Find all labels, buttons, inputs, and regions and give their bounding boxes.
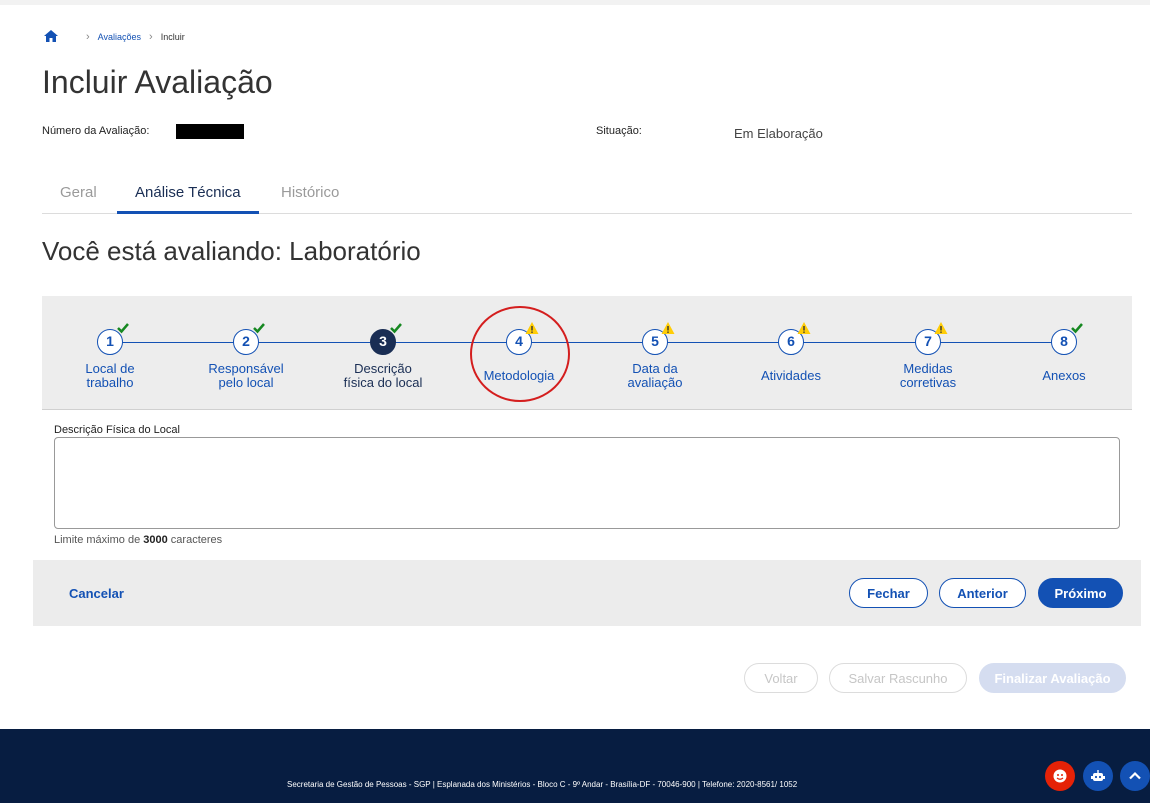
- previous-button[interactable]: Anterior: [939, 578, 1026, 608]
- chat-icon[interactable]: [1045, 761, 1075, 791]
- description-field-label: Descrição Física do Local: [54, 424, 180, 436]
- chevron-right-icon: ›: [86, 31, 90, 43]
- stepper: 1 Local de trabalho 2 Responsável pelo loc…: [42, 296, 1132, 410]
- chevron-right-icon: ›: [149, 31, 153, 43]
- step-action-bar: Cancelar Fechar Anterior Próximo: [33, 560, 1141, 626]
- step-number: 5: [642, 322, 675, 355]
- evaluation-number-label: Número da Avaliação:: [42, 125, 150, 137]
- check-icon: [117, 323, 129, 334]
- step-number: 2: [233, 323, 265, 355]
- step-label: Anexos: [1042, 368, 1086, 383]
- footer: Secretaria de Gestão de Pessoas - SGP | …: [0, 729, 1150, 803]
- step-atividades[interactable]: 6 Atividades: [721, 322, 861, 383]
- back-button[interactable]: Voltar: [744, 663, 818, 693]
- chevron-up-icon[interactable]: [1120, 761, 1150, 791]
- step-label: Medidas corretivas: [899, 361, 957, 390]
- tab-analise-tecnica[interactable]: Análise Técnica: [117, 176, 259, 214]
- check-icon: [253, 323, 265, 334]
- footer-address: Secretaria de Gestão de Pessoas - SGP | …: [287, 780, 798, 789]
- step-anexos[interactable]: 8 Anexos: [994, 323, 1134, 383]
- warning-icon: [797, 322, 811, 334]
- step-data-avaliacao[interactable]: 5 Data da avaliação: [585, 322, 725, 390]
- breadcrumb: › Avaliações › Incluir: [44, 30, 185, 44]
- cancel-button[interactable]: Cancelar: [69, 586, 124, 601]
- check-icon: [390, 323, 402, 334]
- tab-bar: Geral Análise Técnica Histórico: [42, 176, 1132, 214]
- next-button[interactable]: Próximo: [1038, 578, 1123, 608]
- step-responsavel[interactable]: 2 Responsável pelo local: [176, 323, 316, 390]
- step-medidas-corretivas[interactable]: 7 Medidas corretivas: [858, 322, 998, 390]
- status-value: Em Elaboração: [734, 126, 823, 141]
- warning-icon: [934, 322, 948, 334]
- save-draft-button[interactable]: Salvar Rascunho: [829, 663, 967, 693]
- tab-geral[interactable]: Geral: [42, 176, 115, 214]
- breadcrumb-incluir: Incluir: [160, 32, 185, 42]
- step-number: 3: [370, 323, 402, 355]
- status-label: Situação:: [596, 125, 642, 137]
- breadcrumb-avaliacoes[interactable]: Avaliações: [98, 32, 141, 42]
- close-button[interactable]: Fechar: [849, 578, 928, 608]
- tab-historico[interactable]: Histórico: [263, 176, 357, 214]
- step-descricao-fisica[interactable]: 3 Descrição física do local: [313, 323, 453, 390]
- step-number: 6: [778, 322, 811, 355]
- page-title: Incluir Avaliação: [42, 64, 273, 100]
- check-icon: [1071, 323, 1083, 334]
- warning-icon: [661, 322, 675, 334]
- character-limit-hint: Limite máximo de 3000 caracteres: [54, 534, 223, 546]
- step-number: 1: [97, 323, 129, 355]
- description-textarea[interactable]: [54, 437, 1120, 529]
- top-border: [0, 0, 1150, 5]
- evaluating-heading: Você está avaliando: Laboratório: [42, 236, 421, 266]
- robot-icon[interactable]: [1083, 761, 1113, 791]
- step-label: Atividades: [761, 368, 821, 383]
- step-number: 7: [915, 322, 948, 355]
- step-label: Local de trabalho: [85, 361, 135, 390]
- step-label: Responsável pelo local: [208, 361, 284, 390]
- step-number: 8: [1051, 323, 1083, 355]
- home-icon[interactable]: [44, 30, 58, 44]
- redacted-evaluation-number: [176, 124, 244, 139]
- finish-evaluation-button[interactable]: Finalizar Avaliação: [979, 663, 1126, 693]
- step-local-de-trabalho[interactable]: 1 Local de trabalho: [40, 323, 180, 390]
- step-label: Data da avaliação: [627, 361, 683, 390]
- highlight-circle-annotation: [470, 306, 570, 402]
- step-label: Descrição física do local: [343, 361, 423, 390]
